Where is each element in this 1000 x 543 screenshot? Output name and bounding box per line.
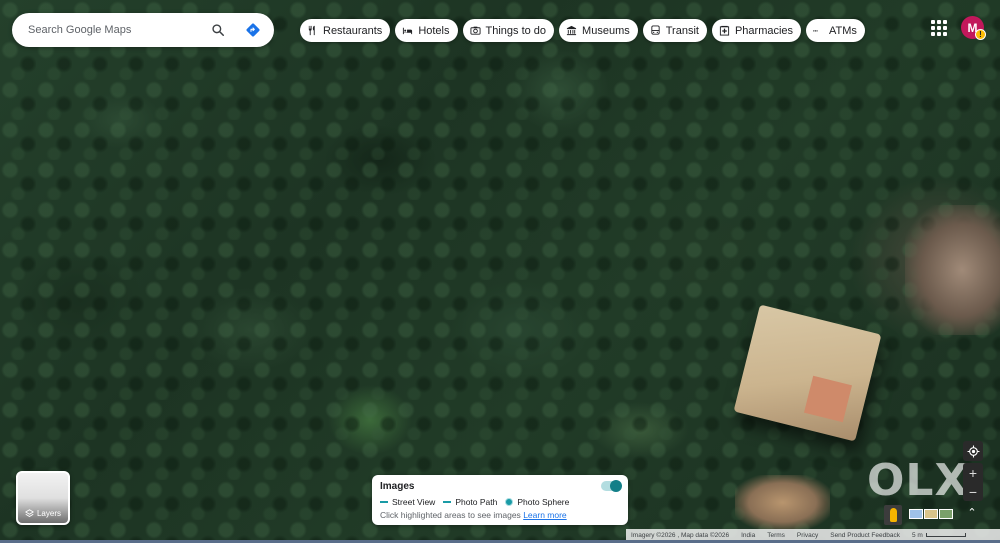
- zoom-out-button[interactable]: −: [969, 485, 977, 499]
- zoom-in-button[interactable]: +: [969, 466, 977, 480]
- chip-hotels[interactable]: Hotels: [395, 19, 458, 42]
- chip-label: Transit: [665, 24, 699, 37]
- category-chips: Restaurants Hotels Things to do Museums …: [300, 19, 865, 42]
- search-box: [12, 13, 274, 47]
- images-toggle[interactable]: [601, 480, 622, 492]
- chip-atms[interactable]: ••• ATMs: [806, 19, 865, 42]
- legend-photo-path: Photo Path: [443, 497, 497, 507]
- chip-pharmacies[interactable]: Pharmacies: [711, 19, 802, 42]
- atm-icon: •••: [813, 28, 818, 33]
- images-hint: Click highlighted areas to see images Le…: [380, 510, 567, 520]
- legend-photo-sphere: Photo Sphere: [505, 497, 569, 507]
- chip-transit[interactable]: Transit: [642, 19, 707, 42]
- chip-label: Things to do: [485, 24, 547, 37]
- pharmacy-icon: [719, 25, 730, 36]
- zoom-controls: + −: [963, 463, 983, 501]
- olx-watermark: OLX: [867, 455, 970, 506]
- bus-icon: [651, 25, 660, 35]
- street-view-line-icon: [380, 501, 388, 503]
- svg-text:•••: •••: [813, 28, 818, 33]
- scale-indicator[interactable]: 5 m: [912, 532, 966, 539]
- fork-knife-icon: [308, 25, 315, 36]
- google-apps-icon[interactable]: [931, 20, 947, 36]
- chip-label: Museums: [582, 24, 630, 37]
- chip-label: ATMs: [829, 24, 857, 37]
- images-legend: Street View Photo Path Photo Sphere: [380, 497, 620, 507]
- feedback-link[interactable]: Send Product Feedback: [830, 532, 900, 539]
- directions-icon: [246, 23, 260, 37]
- legend-street-view: Street View: [380, 497, 435, 507]
- directions-button[interactable]: [242, 19, 264, 41]
- layers-label: Layers: [36, 509, 61, 518]
- pegman-street-view[interactable]: [884, 505, 902, 525]
- chip-restaurants[interactable]: Restaurants: [300, 19, 391, 42]
- privacy-link[interactable]: Privacy: [797, 532, 818, 539]
- search-input[interactable]: [28, 24, 207, 36]
- my-location-icon: [967, 445, 979, 457]
- chip-label: Pharmacies: [734, 24, 794, 37]
- account-alert-badge: !: [975, 29, 986, 40]
- expand-chevron-icon[interactable]: ⌃: [965, 506, 979, 520]
- layers-icon: [25, 509, 34, 517]
- chip-label: Restaurants: [323, 24, 383, 37]
- camera-icon: [469, 26, 481, 35]
- clearing-area: [905, 205, 1000, 335]
- country-label[interactable]: India: [741, 532, 755, 539]
- images-title: Images: [380, 481, 415, 492]
- search-icon: [212, 24, 225, 37]
- images-panel: Images Street View Photo Path Photo Sphe…: [372, 475, 628, 525]
- chip-museums[interactable]: Museums: [559, 19, 638, 42]
- photo-sphere-dot-icon: [505, 498, 514, 506]
- bed-icon: [403, 27, 413, 35]
- terms-link[interactable]: Terms: [767, 532, 785, 539]
- photo-path-dash-icon: [443, 501, 452, 503]
- imagery-attribution: Imagery ©2026 , Map data ©2026: [631, 531, 730, 539]
- satellite-map[interactable]: [0, 0, 1000, 543]
- learn-more-link[interactable]: Learn more: [523, 510, 566, 520]
- ground-patch: [735, 475, 830, 530]
- chip-things-to-do[interactable]: Things to do: [462, 19, 555, 42]
- pegman-icon: [889, 508, 897, 522]
- museum-icon: [566, 25, 577, 36]
- chip-label: Hotels: [418, 24, 450, 37]
- layers-button[interactable]: Layers: [16, 471, 70, 525]
- search-button[interactable]: [207, 19, 229, 41]
- scale-bar: [925, 533, 966, 537]
- map-type-thumbnails[interactable]: [909, 509, 953, 519]
- my-location-button[interactable]: [963, 441, 983, 461]
